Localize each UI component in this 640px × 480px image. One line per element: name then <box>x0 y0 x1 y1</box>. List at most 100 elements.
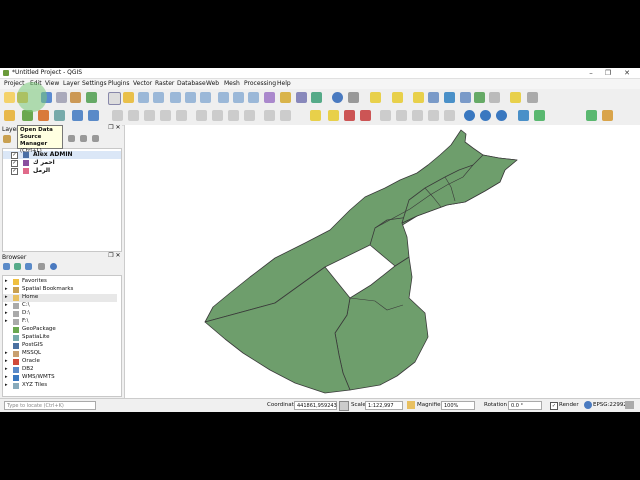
delete-selected-icon[interactable] <box>196 110 207 121</box>
float-panel-icon[interactable]: ❐ <box>108 253 114 259</box>
layer-visibility-checkbox[interactable]: ✓ <box>11 168 18 175</box>
expand-arrow-icon[interactable]: ▸ <box>5 382 8 388</box>
close-button[interactable]: ✕ <box>620 68 634 78</box>
map-canvas[interactable] <box>124 125 640 398</box>
print-layout-icon[interactable] <box>56 92 67 103</box>
menu-settings[interactable]: Settings <box>82 80 107 87</box>
browser-item[interactable]: ▸ F:\ <box>3 318 117 326</box>
label-tool-icon[interactable] <box>310 110 321 121</box>
new-bookmark-icon[interactable] <box>280 92 291 103</box>
close-panel-icon[interactable]: ✕ <box>115 253 121 259</box>
settings-gear-icon[interactable] <box>348 92 359 103</box>
crs-globe-icon[interactable] <box>584 401 592 409</box>
attribute-table-icon[interactable] <box>428 92 439 103</box>
minimize-button[interactable]: – <box>584 68 598 78</box>
diagram-tool-icon[interactable] <box>428 110 439 121</box>
layer-item[interactable]: ✓ احمر ك <box>3 159 121 167</box>
collapse-all-icon[interactable] <box>38 263 45 270</box>
browser-item[interactable]: PostGIS <box>3 342 117 350</box>
browser-item[interactable]: ▸ Home <box>3 294 117 302</box>
menu-help[interactable]: Help <box>277 80 291 87</box>
new-shapefile-layer-icon[interactable] <box>38 110 49 121</box>
lock-scale-icon[interactable] <box>407 401 415 409</box>
menu-layer[interactable]: Layer <box>63 80 80 87</box>
digitize-icon[interactable] <box>88 110 99 121</box>
expand-arrow-icon[interactable]: ▸ <box>5 310 8 316</box>
add-selected-layers-icon[interactable] <box>3 263 10 270</box>
menu-vector[interactable]: Vector <box>133 80 152 87</box>
zoom-native-icon[interactable] <box>218 92 229 103</box>
remove-layer-icon[interactable] <box>92 135 99 142</box>
layer-visibility-checkbox[interactable]: ✓ <box>11 160 18 167</box>
expand-arrow-icon[interactable]: ▸ <box>5 278 8 284</box>
menu-mesh[interactable]: Mesh <box>224 80 240 87</box>
browser-item[interactable]: ▸ MSSQL <box>3 350 117 358</box>
identify-icon[interactable] <box>332 92 343 103</box>
render-checkbox[interactable]: ✓ <box>550 402 558 410</box>
add-feature-icon[interactable] <box>160 110 171 121</box>
rotation-field[interactable]: 0.0 ° <box>508 401 542 410</box>
browser-item[interactable]: ▸ Favorites <box>3 278 117 286</box>
text-annotation-icon[interactable] <box>527 92 538 103</box>
zoom-out-icon[interactable] <box>153 92 164 103</box>
brush-plugin-icon[interactable] <box>602 110 613 121</box>
restore-button[interactable]: ❐ <box>601 68 615 78</box>
show-bookmarks-icon[interactable] <box>296 92 307 103</box>
menu-raster[interactable]: Raster <box>155 80 174 87</box>
undo-icon[interactable] <box>264 110 275 121</box>
layer-item[interactable]: ✓ الرمل <box>3 167 121 175</box>
new-virtual-layer-icon[interactable] <box>72 110 83 121</box>
search-plugin-icon[interactable] <box>586 110 597 121</box>
expand-arrow-icon[interactable]: ▸ <box>5 374 8 380</box>
float-panel-icon[interactable]: ❐ <box>108 125 114 131</box>
redo-icon[interactable] <box>280 110 291 121</box>
wms-layer-icon[interactable] <box>496 110 507 121</box>
pan-map-icon[interactable] <box>108 92 121 105</box>
plugin-icon[interactable] <box>534 110 545 121</box>
web-services-icon[interactable] <box>464 110 475 121</box>
current-edits-icon[interactable] <box>112 110 123 121</box>
browser-item[interactable]: SpatiaLite <box>3 334 117 342</box>
filter-browser-icon[interactable] <box>25 263 32 270</box>
change-label-icon[interactable] <box>412 110 423 121</box>
measure-icon[interactable] <box>489 92 500 103</box>
show-hide-labels-icon[interactable] <box>360 110 371 121</box>
menu-view[interactable]: View <box>45 80 59 87</box>
new-map-view-icon[interactable] <box>264 92 275 103</box>
vertex-tool-icon[interactable] <box>176 110 187 121</box>
move-diagram-icon[interactable] <box>444 110 455 121</box>
map-tips-icon[interactable] <box>510 92 521 103</box>
layer-visibility-checkbox[interactable]: ✓ <box>11 152 18 159</box>
browser-item[interactable]: ▸ XYZ Tiles <box>3 382 117 390</box>
browser-item[interactable]: ▸ D:\ <box>3 310 117 318</box>
wfs-icon[interactable] <box>480 110 491 121</box>
paste-features-icon[interactable] <box>244 110 255 121</box>
pan-to-selection-icon[interactable] <box>123 92 134 103</box>
expand-arrow-icon[interactable]: ▸ <box>5 366 8 372</box>
move-label-icon[interactable] <box>380 110 391 121</box>
crs-label[interactable]: EPSG:22992 <box>593 402 627 408</box>
magnifier-field[interactable]: 100% <box>441 401 475 410</box>
pin-labels-icon[interactable] <box>344 110 355 121</box>
sum-icon[interactable] <box>474 92 485 103</box>
menu-processing[interactable]: Processing <box>244 80 276 87</box>
new-project-icon[interactable] <box>4 92 15 103</box>
layer-style-icon[interactable] <box>3 135 11 143</box>
browser-item[interactable]: ▸ C:\ <box>3 302 117 310</box>
python-console-icon[interactable] <box>518 110 529 121</box>
refresh-icon[interactable] <box>311 92 322 103</box>
zoom-last-icon[interactable] <box>233 92 244 103</box>
select-by-value-icon[interactable] <box>392 92 403 103</box>
filter-legend-icon[interactable] <box>68 135 75 142</box>
zoom-full-icon[interactable] <box>170 92 181 103</box>
statistics-icon[interactable] <box>460 92 471 103</box>
data-source-manager-icon[interactable] <box>4 110 15 121</box>
menu-plugins[interactable]: Plugins <box>108 80 130 87</box>
browser-item[interactable]: GeoPackage <box>3 326 117 334</box>
zoom-to-selection-icon[interactable] <box>185 92 196 103</box>
menu-web[interactable]: Web <box>206 80 219 87</box>
zoom-to-layer-icon[interactable] <box>200 92 211 103</box>
select-features-icon[interactable] <box>370 92 381 103</box>
new-spatialite-layer-icon[interactable] <box>54 110 65 121</box>
expand-arrow-icon[interactable]: ▸ <box>5 302 8 308</box>
